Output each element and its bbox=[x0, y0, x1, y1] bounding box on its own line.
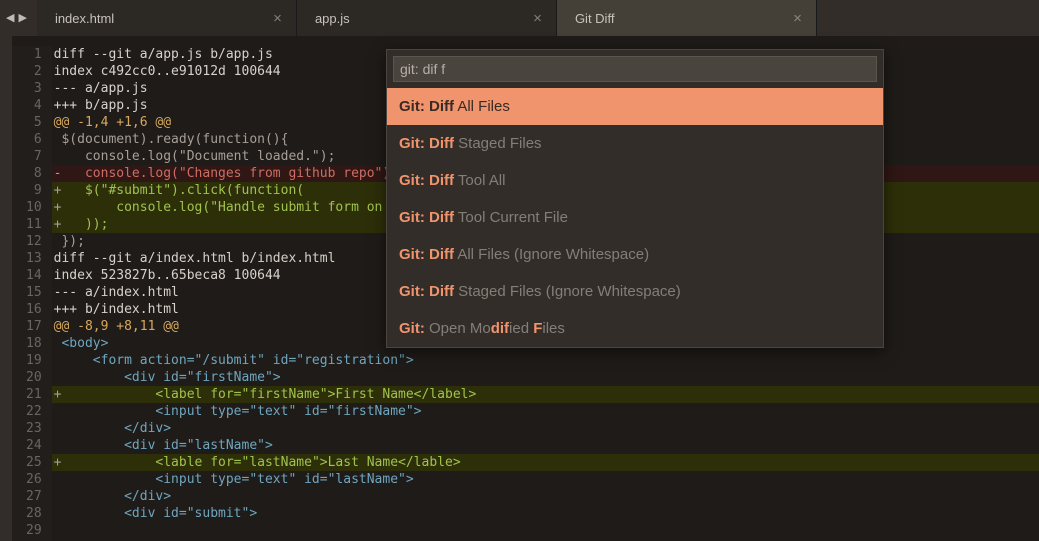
line-number: 16 bbox=[26, 301, 42, 318]
line-number: 25 bbox=[26, 454, 42, 471]
line-number: 24 bbox=[26, 437, 42, 454]
line-number: 14 bbox=[26, 267, 42, 284]
project-tree-gutter bbox=[0, 36, 12, 541]
line-number: 5 bbox=[26, 114, 42, 131]
nav-prev-icon[interactable]: ◀ bbox=[6, 13, 14, 24]
command-palette-item[interactable]: Git: Open Modified Files bbox=[387, 310, 883, 347]
code-line[interactable]: <form action="/submit" id="registration"… bbox=[52, 352, 1039, 369]
line-number: 19 bbox=[26, 352, 42, 369]
line-number: 28 bbox=[26, 505, 42, 522]
line-number: 3 bbox=[26, 80, 42, 97]
tab[interactable]: app.js × bbox=[297, 0, 557, 36]
line-number: 26 bbox=[26, 471, 42, 488]
command-palette-item[interactable]: Git: Diff Tool All bbox=[387, 162, 883, 199]
tab[interactable]: index.html × bbox=[37, 0, 297, 36]
command-palette-input-wrap[interactable] bbox=[393, 56, 877, 82]
code-line[interactable]: </div> bbox=[52, 420, 1039, 437]
tab-label: Git Diff bbox=[575, 11, 615, 26]
line-number: 6 bbox=[26, 131, 42, 148]
code-line[interactable]: + <lable for="lastName">Last Name</lable… bbox=[52, 454, 1039, 471]
tab[interactable]: Git Diff × bbox=[557, 0, 817, 36]
line-number: 29 bbox=[26, 522, 42, 539]
line-number: 4 bbox=[26, 97, 42, 114]
line-number: 22 bbox=[26, 403, 42, 420]
line-number: 15 bbox=[26, 284, 42, 301]
line-number: 1 bbox=[26, 46, 42, 63]
top-bar: ◀ ▶ index.html × app.js × Git Diff × bbox=[0, 0, 1039, 36]
tab-bar: index.html × app.js × Git Diff × bbox=[37, 0, 1039, 36]
nav-arrows: ◀ ▶ bbox=[0, 0, 37, 36]
close-icon[interactable]: × bbox=[793, 10, 802, 27]
line-number: 7 bbox=[26, 148, 42, 165]
command-palette-item[interactable]: Git: Diff Staged Files (Ignore Whitespac… bbox=[387, 273, 883, 310]
line-number: 27 bbox=[26, 488, 42, 505]
line-number: 2 bbox=[26, 63, 42, 80]
line-number: 13 bbox=[26, 250, 42, 267]
line-number: 20 bbox=[26, 369, 42, 386]
line-number: 9 bbox=[26, 182, 42, 199]
line-number: 23 bbox=[26, 420, 42, 437]
code-line[interactable] bbox=[52, 522, 1039, 539]
code-line[interactable]: <div id="lastName"> bbox=[52, 437, 1039, 454]
command-palette-item[interactable]: Git: Diff All Files bbox=[387, 88, 883, 125]
command-palette-input[interactable] bbox=[400, 61, 870, 77]
close-icon[interactable]: × bbox=[533, 10, 542, 27]
line-number: 12 bbox=[26, 233, 42, 250]
code-line[interactable]: <div id="firstName"> bbox=[52, 369, 1039, 386]
close-icon[interactable]: × bbox=[273, 10, 282, 27]
code-line[interactable]: <input type="text" id="firstName"> bbox=[52, 403, 1039, 420]
command-palette-item[interactable]: Git: Diff All Files (Ignore Whitespace) bbox=[387, 236, 883, 273]
line-number: 18 bbox=[26, 335, 42, 352]
code-line[interactable]: </div> bbox=[52, 488, 1039, 505]
line-number: 21 bbox=[26, 386, 42, 403]
code-line[interactable]: <div id="submit"> bbox=[52, 505, 1039, 522]
tab-label: index.html bbox=[55, 11, 114, 26]
command-palette-item[interactable]: Git: Diff Tool Current File bbox=[387, 199, 883, 236]
command-palette: Git: Diff All FilesGit: Diff Staged File… bbox=[386, 49, 884, 348]
line-number: 11 bbox=[26, 216, 42, 233]
code-line[interactable]: + <label for="firstName">First Name</lab… bbox=[52, 386, 1039, 403]
line-number: 8 bbox=[26, 165, 42, 182]
line-number-gutter: 1234567891011121314151617181920212223242… bbox=[12, 46, 52, 541]
command-palette-list: Git: Diff All FilesGit: Diff Staged File… bbox=[393, 88, 877, 347]
line-number: 17 bbox=[26, 318, 42, 335]
nav-next-icon[interactable]: ▶ bbox=[18, 13, 26, 24]
code-line[interactable]: <input type="text" id="lastName"> bbox=[52, 471, 1039, 488]
line-number: 10 bbox=[26, 199, 42, 216]
tab-label: app.js bbox=[315, 11, 350, 26]
command-palette-item[interactable]: Git: Diff Staged Files bbox=[387, 125, 883, 162]
